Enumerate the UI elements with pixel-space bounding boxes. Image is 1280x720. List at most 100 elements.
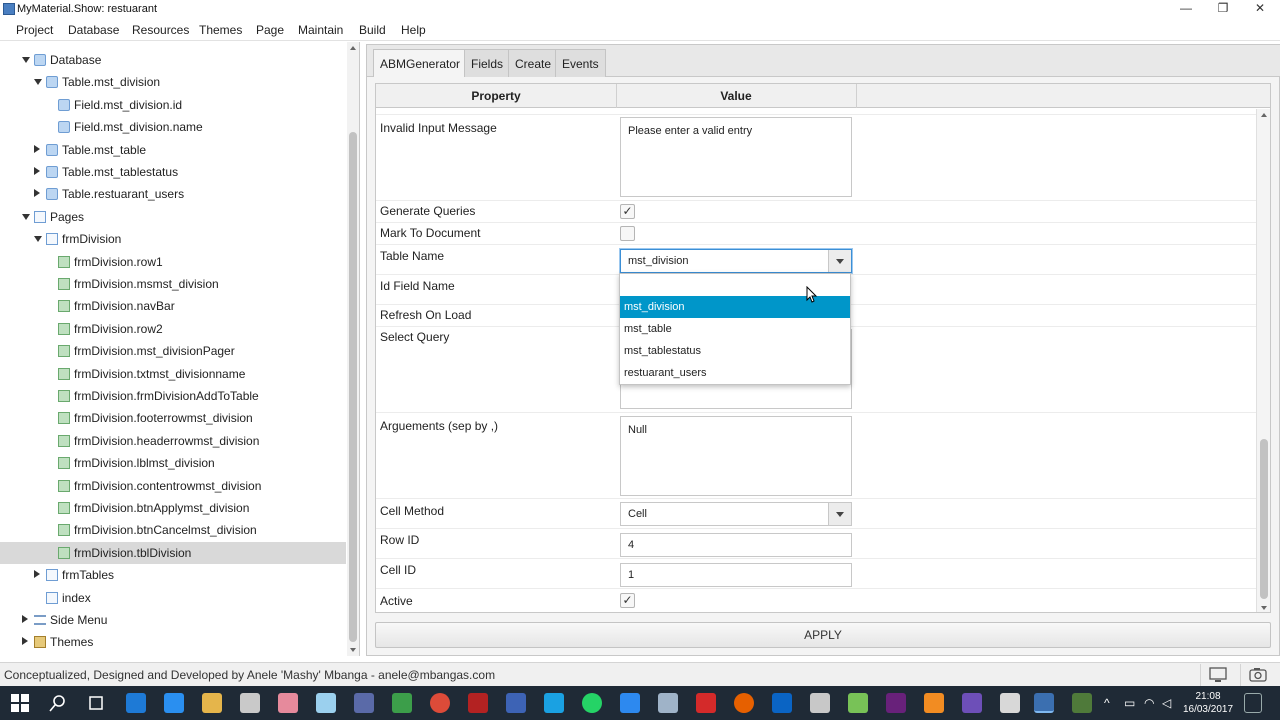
tree-item[interactable]: frmTables: [0, 564, 346, 586]
camera-icon[interactable]: [1240, 664, 1274, 686]
volume-icon[interactable]: ◁: [1162, 696, 1171, 710]
apply-button[interactable]: APPLY: [375, 622, 1271, 648]
visual-studio-icon[interactable]: [886, 693, 906, 713]
collapsed-arrow-icon[interactable]: [34, 570, 40, 579]
app-icon-1[interactable]: [354, 693, 374, 713]
search-icon[interactable]: [48, 693, 68, 713]
app-icon-2[interactable]: [392, 693, 412, 713]
header-property[interactable]: Property: [376, 89, 616, 103]
minimize-button[interactable]: —: [1168, 0, 1204, 19]
app-icon-5[interactable]: [658, 693, 678, 713]
menu-themes[interactable]: Themes: [199, 23, 242, 37]
task-view-icon[interactable]: [86, 693, 106, 713]
app-icon-8[interactable]: [962, 693, 982, 713]
tab-fields[interactable]: Fields: [464, 49, 511, 77]
dropdown-option-mst-tablestatus[interactable]: mst_tablestatus: [620, 340, 850, 362]
arguements-field[interactable]: Null: [620, 416, 852, 496]
grid-scrollbar[interactable]: [1256, 109, 1270, 612]
tree-item[interactable]: frmDivision.headerrowmst_division: [0, 430, 346, 452]
scroll-up-icon[interactable]: [1261, 113, 1267, 117]
row-id-field[interactable]: 4: [620, 533, 852, 557]
generate-queries-checkbox[interactable]: ✓: [620, 204, 635, 219]
chrome-icon[interactable]: [430, 693, 450, 713]
tree-item[interactable]: frmDivision.txtmst_divisionname: [0, 363, 346, 385]
menu-page[interactable]: Page: [256, 23, 284, 37]
dropdown-option-restuarant-users[interactable]: restuarant_users: [620, 362, 850, 384]
tree-item[interactable]: Table.mst_tablestatus: [0, 161, 346, 183]
close-button[interactable]: ✕: [1242, 0, 1278, 19]
scroll-thumb[interactable]: [349, 132, 357, 642]
windows-start-icon[interactable]: [10, 693, 30, 713]
expanded-arrow-icon[interactable]: [34, 79, 42, 86]
tree-item[interactable]: frmDivision.navBar: [0, 295, 346, 317]
collapsed-arrow-icon[interactable]: [34, 167, 40, 175]
app-icon-7[interactable]: [810, 693, 830, 713]
active-checkbox[interactable]: ✓: [620, 593, 635, 608]
menu-project[interactable]: Project: [16, 23, 53, 37]
collapsed-arrow-icon[interactable]: [34, 144, 40, 153]
app-icon-3[interactable]: [506, 693, 526, 713]
tree-item[interactable]: Field.mst_division.id: [0, 94, 346, 116]
dropbox-icon[interactable]: [164, 693, 184, 713]
tree-scrollbar[interactable]: [347, 42, 359, 656]
tab-create[interactable]: Create: [508, 49, 559, 77]
tab-abmgenerator[interactable]: ABMGenerator: [373, 49, 468, 77]
b4a-icon[interactable]: [316, 693, 336, 713]
tree-item[interactable]: frmDivision: [0, 228, 346, 250]
app-icon-6[interactable]: [696, 693, 716, 713]
monitor-icon[interactable]: [1200, 664, 1234, 686]
tree-item[interactable]: Table.mst_division: [0, 71, 346, 93]
app-icon-4[interactable]: [620, 693, 640, 713]
collapsed-arrow-icon[interactable]: [22, 637, 28, 646]
tree-item[interactable]: frmDivision.footerrowmst_division: [0, 407, 346, 429]
tree-item[interactable]: Themes: [0, 631, 346, 653]
menu-resources[interactable]: Resources: [132, 23, 189, 37]
mark-to-document-checkbox[interactable]: [620, 226, 635, 241]
mymaterial-taskbar-icon[interactable]: [1034, 693, 1054, 713]
tree-item[interactable]: Table.mst_table: [0, 139, 346, 161]
filezilla-icon[interactable]: [468, 693, 488, 713]
whatsapp-icon[interactable]: [582, 693, 602, 713]
invalid-input-field[interactable]: Please enter a valid entry: [620, 117, 852, 197]
cell-method-combo[interactable]: Cell: [620, 502, 852, 526]
chevron-up-icon[interactable]: ^: [1104, 696, 1110, 710]
grid-scroll-thumb[interactable]: [1260, 439, 1268, 599]
app-icon-9[interactable]: [1000, 693, 1020, 713]
tree-item[interactable]: Database: [0, 49, 346, 71]
tree-item[interactable]: frmDivision.frmDivisionAddToTable: [0, 385, 346, 407]
android-icon[interactable]: [848, 693, 868, 713]
battery-icon[interactable]: ▭: [1124, 696, 1135, 710]
tree-item[interactable]: frmDivision.mst_divisionPager: [0, 340, 346, 362]
tree-item[interactable]: frmDivision.row1: [0, 251, 346, 273]
cell-method-dropdown-button[interactable]: [828, 503, 851, 525]
menu-database[interactable]: Database: [68, 23, 119, 37]
xampp-icon[interactable]: [924, 693, 944, 713]
notifications-icon[interactable]: [1244, 693, 1262, 713]
tree-item[interactable]: Table.restuarant_users: [0, 183, 346, 205]
menu-maintain[interactable]: Maintain: [298, 23, 343, 37]
cell-id-field[interactable]: 1: [620, 563, 852, 587]
tree-item[interactable]: Pages: [0, 206, 346, 228]
expanded-arrow-icon[interactable]: [22, 57, 30, 63]
header-value[interactable]: Value: [616, 89, 856, 103]
tree-item[interactable]: frmDivision.msmst_division: [0, 273, 346, 295]
tab-events[interactable]: Events: [555, 49, 606, 77]
firefox-icon[interactable]: [734, 693, 754, 713]
collapsed-arrow-icon[interactable]: [34, 189, 40, 198]
tree-item[interactable]: frmDivision.contentrowmst_division: [0, 475, 346, 497]
tree-item[interactable]: frmDivision.lblmst_division: [0, 452, 346, 474]
b4i-icon[interactable]: [240, 693, 260, 713]
scroll-up-icon[interactable]: [350, 46, 356, 50]
scroll-down-icon[interactable]: [350, 648, 356, 652]
tree-item[interactable]: Field.mst_division.name: [0, 116, 346, 138]
tree-item[interactable]: Side Menu: [0, 609, 346, 631]
table-name-dropdown-button[interactable]: [828, 250, 851, 272]
outlook-icon[interactable]: [772, 693, 792, 713]
b4j-icon[interactable]: [278, 693, 298, 713]
tree-item[interactable]: frmDivision.btnCancelmst_division: [0, 519, 346, 541]
file-explorer-icon[interactable]: [202, 693, 222, 713]
scroll-down-icon[interactable]: [1261, 606, 1267, 610]
tree-item[interactable]: frmDivision.tblDivision: [0, 541, 346, 564]
expanded-arrow-icon[interactable]: [34, 236, 42, 243]
expanded-arrow-icon[interactable]: [22, 213, 30, 220]
